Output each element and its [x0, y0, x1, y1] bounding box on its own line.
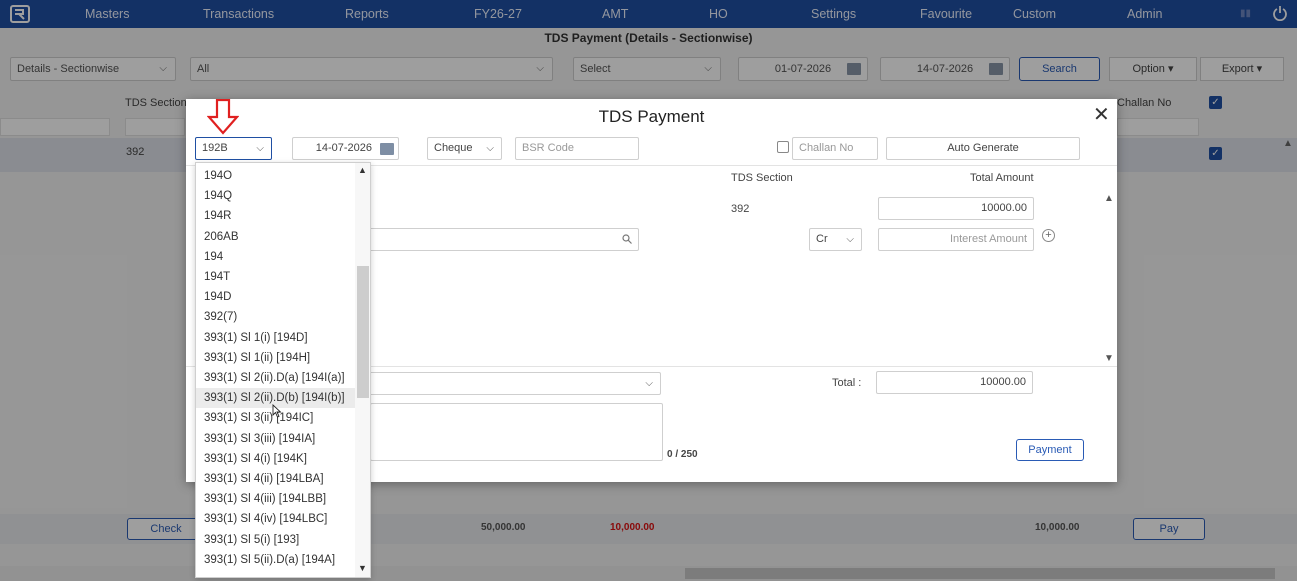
section-dropdown-list: 194O 194Q 194R 206AB 194 194T 194D 392(7) 393(1)…: [195, 162, 371, 578]
add-row-icon[interactable]: +: [1042, 229, 1055, 242]
dropdown-option[interactable]: 393(1) Sl 4(iv) [194LBC]: [196, 509, 356, 529]
scrollbar-thumb[interactable]: [357, 266, 369, 398]
payment-date-field[interactable]: 14-07-2026: [292, 137, 399, 160]
dropdown-option[interactable]: 393(1) Sl 3(iii) [194IA]: [196, 429, 356, 449]
red-arrow-annotation-icon: [207, 99, 239, 135]
ledger-select[interactable]: ⌵: [336, 372, 661, 395]
search-icon[interactable]: [622, 234, 632, 244]
section-select-value: 192B: [202, 142, 228, 154]
interest-amount-input[interactable]: Interest Amount: [878, 228, 1034, 251]
dropdown-option[interactable]: 206AB: [196, 227, 356, 247]
modal-title: TDS Payment: [598, 107, 705, 126]
dropdown-option[interactable]: 194T: [196, 267, 356, 287]
grid-header-tds-section: TDS Section: [731, 172, 793, 184]
scroll-down-icon[interactable]: ▼: [1104, 353, 1114, 364]
grid-header-total-amount: Total Amount: [970, 172, 1034, 184]
dropdown-option[interactable]: 393(1) Sl 4(i) [194K]: [196, 449, 356, 469]
payment-button[interactable]: Payment: [1016, 439, 1084, 461]
chevron-down-icon: ⌵: [256, 143, 264, 154]
dropdown-option[interactable]: 194: [196, 247, 356, 267]
calendar-icon[interactable]: [380, 143, 394, 155]
dropdown-option[interactable]: 393(1) Sl 1(ii) [194H]: [196, 348, 356, 368]
dropdown-option[interactable]: 194O: [196, 166, 356, 186]
dropdown-option[interactable]: 393(1) Sl 1(i) [194D]: [196, 328, 356, 348]
grid-row-tds-section: 392: [731, 203, 750, 215]
payment-mode-value: Cheque: [434, 142, 473, 154]
chevron-down-icon: ⌵: [846, 234, 854, 245]
challan-no-input[interactable]: Challan No: [792, 137, 878, 160]
scroll-down-icon[interactable]: ▼: [358, 563, 367, 573]
dropdown-option[interactable]: 393(1) Sl 2(ii).D(a) [194I(a)]: [196, 368, 356, 388]
payment-date-value: 14-07-2026: [315, 142, 372, 154]
dropdown-option[interactable]: 392(7): [196, 307, 356, 327]
grid-scrollbar[interactable]: ▲ ▼: [1104, 193, 1114, 365]
narration-textarea[interactable]: [370, 403, 663, 461]
dropdown-option[interactable]: 393(1) Sl 5(ii).D(a) [194A]: [196, 550, 356, 570]
close-icon[interactable]: ✕: [1093, 105, 1110, 125]
total-amount-field: 10000.00: [876, 371, 1033, 394]
party-search-input[interactable]: [336, 228, 639, 251]
dropdown-option[interactable]: 393(1) Sl 5(i) [193]: [196, 530, 356, 550]
auto-generate-button[interactable]: Auto Generate: [886, 137, 1080, 160]
dropdown-option[interactable]: 194Q: [196, 186, 356, 206]
chevron-down-icon: ⌵: [486, 143, 494, 154]
dropdown-option[interactable]: 194R: [196, 206, 356, 226]
dropdown-option[interactable]: 393(1) Sl 4(ii) [194LBA]: [196, 469, 356, 489]
crdr-select[interactable]: Cr ⌵: [809, 228, 862, 251]
section-select[interactable]: 192B ⌵: [195, 137, 272, 160]
challan-checkbox[interactable]: [777, 141, 789, 153]
scroll-up-icon[interactable]: ▲: [1104, 193, 1114, 204]
narration-char-counter: 0 / 250: [667, 449, 698, 460]
amount-input[interactable]: 10000.00: [878, 197, 1034, 220]
crdr-value: Cr: [816, 233, 828, 245]
mouse-cursor-icon: [272, 404, 282, 418]
payment-mode-select[interactable]: Cheque ⌵: [427, 137, 502, 160]
dropdown-scrollbar[interactable]: ▲ ▼: [355, 163, 370, 577]
dropdown-option[interactable]: 393(1) Sl 4(iii) [194LBB]: [196, 489, 356, 509]
chevron-down-icon: ⌵: [645, 378, 653, 389]
bsr-code-input[interactable]: BSR Code: [515, 137, 639, 160]
dropdown-option[interactable]: 194D: [196, 287, 356, 307]
total-label: Total :: [832, 377, 862, 389]
scroll-up-icon[interactable]: ▲: [358, 165, 367, 175]
